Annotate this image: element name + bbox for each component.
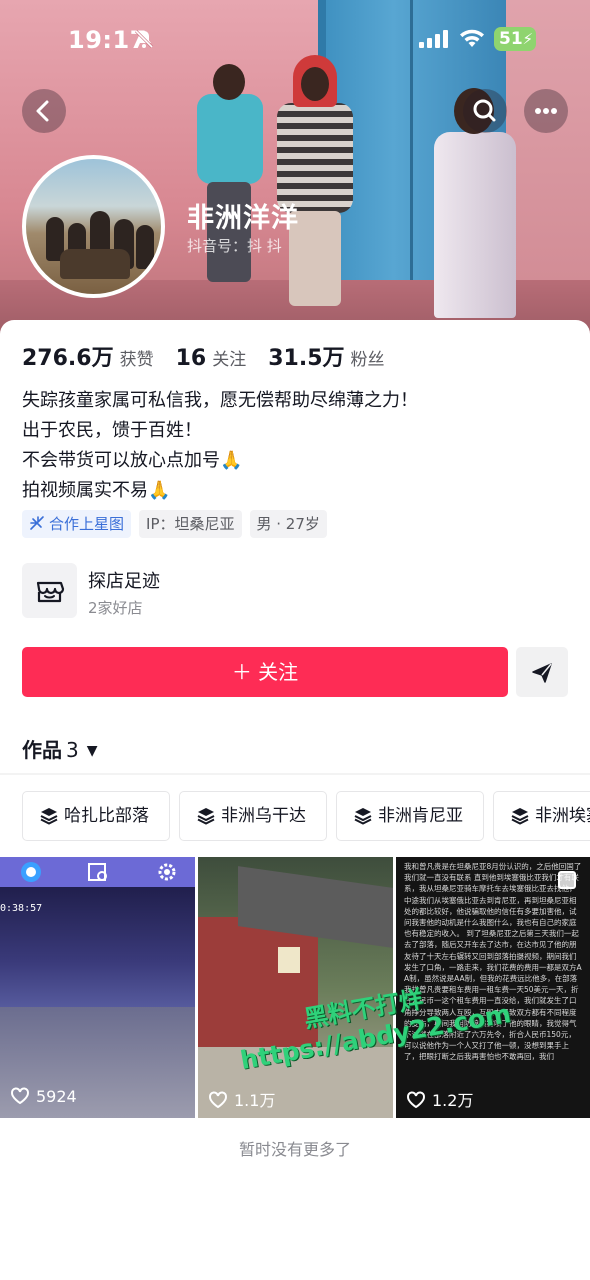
star-map-icon — [30, 516, 44, 530]
search-folder-icon — [88, 863, 107, 881]
camera-timestamp: 0:38:57 — [0, 903, 43, 914]
shop-title: 探店足迹 — [88, 571, 160, 592]
collection-label: 非洲埃塞 — [535, 806, 590, 826]
store-icon — [36, 581, 65, 603]
gender-age-tag: 男 · 27岁 — [249, 510, 327, 538]
battery-level: 51 — [499, 29, 523, 49]
heart-outline-icon — [407, 1091, 425, 1109]
battery-icon: 51 ⚡ — [494, 27, 536, 51]
child-figure — [195, 62, 265, 292]
no-more-content-text: 暂时没有更多了 — [238, 1140, 351, 1159]
collection-chip[interactable]: 非洲肯尼亚 — [336, 791, 484, 841]
star-map-label: 合作上星图 — [49, 515, 125, 533]
bio-line: 出于农民，馈于百姓！ — [22, 420, 202, 441]
caret-down-icon: ▼ — [86, 743, 98, 759]
bio-line: 失踪孩童家属可私信我，愿无偿帮助尽绵薄之力！ — [22, 390, 418, 411]
bio-line: 拍视频属实不易🙏 — [22, 480, 171, 501]
works-tab[interactable]: 作品 3 ▼ — [22, 734, 98, 763]
likes-count[interactable]: 276.6万 — [22, 340, 114, 372]
child-figure — [275, 55, 355, 310]
profile-tags: 合作上星图 IP：坦桑尼亚 男 · 27岁 — [22, 510, 327, 538]
profile-bio: 失踪孩童家属可私信我，愿无偿帮助尽绵薄之力！ 出于农民，馈于百姓！ 不会带货可以… — [22, 386, 562, 506]
gear-icon — [158, 863, 176, 881]
chevron-left-icon — [36, 100, 49, 122]
collection-label: 非洲乌干达 — [221, 806, 306, 826]
multi-image-icon — [558, 871, 576, 889]
likes-value: 1.2万 — [432, 1091, 474, 1110]
more-dots-icon — [535, 108, 557, 114]
shop-visits-entry[interactable]: 探店足迹 2家好店 — [22, 563, 562, 621]
collection-label: 非洲肯尼亚 — [378, 806, 463, 826]
send-message-button[interactable] — [516, 647, 568, 697]
wifi-icon — [460, 29, 484, 47]
stack-icon — [197, 808, 215, 825]
video-thumbnail[interactable]: 0:38:57 5924 — [0, 857, 195, 1118]
video-likes: 1.2万 — [406, 1087, 473, 1111]
avatar[interactable] — [22, 155, 165, 298]
bio-line: 不会带货可以放心点加号🙏 — [22, 450, 243, 471]
more-options-button[interactable] — [524, 89, 568, 133]
ip-location-tag: IP：坦桑尼亚 — [139, 510, 242, 538]
video-likes: 1.1万 — [208, 1087, 275, 1111]
heart-outline-icon — [209, 1091, 227, 1109]
following-count[interactable]: 16 — [176, 346, 207, 371]
divider — [0, 773, 590, 775]
search-icon — [473, 99, 496, 122]
heart-outline-icon — [11, 1087, 29, 1105]
video-likes: 5924 — [10, 1087, 77, 1106]
collection-chip[interactable]: 非洲乌干达 — [179, 791, 327, 841]
collection-list: 哈扎比部落 非洲乌干达 非洲肯尼亚 非洲埃塞 — [22, 791, 590, 841]
star-map-tag[interactable]: 合作上星图 — [22, 510, 132, 538]
shop-subtitle: 2家好店 — [88, 599, 143, 617]
camera-app-bar — [0, 857, 195, 887]
bell-muted-icon — [134, 29, 154, 49]
play-circle-icon — [21, 862, 41, 882]
collection-chip[interactable]: 哈扎比部落 — [22, 791, 170, 841]
collection-label: 哈扎比部落 — [64, 806, 149, 826]
video-thumbnail[interactable]: 1.1万 — [198, 857, 393, 1118]
likes-label: 获赞 — [119, 350, 154, 370]
likes-value: 1.1万 — [234, 1091, 276, 1110]
send-icon — [532, 663, 552, 683]
collection-chip[interactable]: 非洲埃塞 — [493, 791, 590, 841]
followers-label: 粉丝 — [350, 350, 385, 370]
search-button[interactable] — [463, 89, 507, 133]
followers-count[interactable]: 31.5万 — [268, 340, 344, 372]
stack-icon — [354, 808, 372, 825]
works-label: 作品 — [22, 738, 62, 762]
works-count: 3 — [66, 738, 79, 762]
status-bar: 19:17 51 ⚡ — [0, 0, 590, 80]
follow-button[interactable]: ＋ 关注 — [22, 647, 508, 697]
likes-value: 5924 — [36, 1087, 77, 1106]
store-icon-box — [22, 563, 77, 618]
profile-stats: 276.6万 获赞 16 关注 31.5万 粉丝 — [22, 340, 407, 372]
back-button[interactable] — [22, 89, 66, 133]
cellular-signal-icon — [419, 30, 448, 48]
profile-nickname: 非洲洋洋 — [187, 203, 299, 234]
following-label: 关注 — [212, 350, 247, 370]
stack-icon — [40, 808, 58, 825]
douyin-id[interactable]: 抖音号：抖 抖 — [187, 235, 282, 256]
stack-icon — [511, 808, 529, 825]
